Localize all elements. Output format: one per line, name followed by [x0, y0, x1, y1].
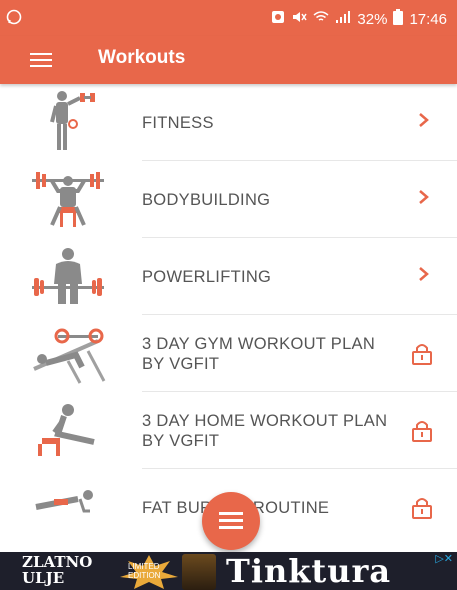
workout-label: BODYBUILDING: [142, 190, 271, 209]
incline-bench-icon: [28, 321, 108, 386]
menu-fab-button[interactable]: [202, 492, 260, 550]
ad-banner[interactable]: ZLATNO ULJE LIMITED EDITION Tinktura ▷✕: [0, 552, 457, 590]
workout-item-fitness[interactable]: FITNESS: [0, 84, 457, 161]
workout-item-bodybuilding[interactable]: BODYBUILDING: [0, 161, 457, 238]
chevron-right-icon: [417, 110, 431, 130]
page-title: Workouts: [98, 47, 186, 68]
wifi-icon: [313, 10, 329, 28]
bottle-image: [182, 554, 216, 590]
workout-label: FAT BURNER ROUTINE: [142, 498, 330, 517]
chevron-right-icon: [417, 187, 431, 207]
app-bar: Workouts: [0, 36, 457, 84]
menu-icon: [219, 512, 243, 515]
dips-icon: [28, 398, 108, 463]
workout-label: POWERLIFTING: [142, 267, 272, 286]
ad-edition: LIMITED EDITION: [128, 562, 161, 580]
mute-icon: [291, 10, 308, 28]
workout-item-powerlifting[interactable]: POWERLIFTING: [0, 238, 457, 315]
workout-list: FITNESS BODYBUILDING POWERLIFTING 3 DAY …: [0, 84, 457, 546]
ad-choices-icon[interactable]: ▷✕: [435, 552, 453, 565]
workout-label: FITNESS: [142, 113, 214, 132]
workout-label: 3 DAY GYM WORKOUT PLAN BY VGFIT: [142, 334, 376, 373]
status-bar: 32% 17:46: [0, 0, 457, 36]
plank-icon: [28, 475, 108, 540]
clock: 17:46: [409, 10, 447, 28]
whatsapp-icon: [6, 9, 22, 29]
bench-press-icon: [28, 167, 108, 232]
deadlift-icon: [28, 244, 108, 309]
hamburger-icon[interactable]: [30, 49, 52, 69]
sim-icon: [271, 10, 285, 28]
signal-icon: [335, 10, 351, 28]
lock-icon: [411, 418, 433, 442]
workout-item-gym-plan[interactable]: 3 DAY GYM WORKOUT PLAN BY VGFIT: [0, 315, 457, 392]
lock-icon: [411, 495, 433, 519]
chevron-right-icon: [417, 264, 431, 284]
workout-label: 3 DAY HOME WORKOUT PLAN BY VGFIT: [142, 411, 388, 450]
ad-brand: ZLATNO ULJE: [22, 553, 93, 587]
workout-item-home-plan[interactable]: 3 DAY HOME WORKOUT PLAN BY VGFIT: [0, 392, 457, 469]
lock-icon: [411, 341, 433, 365]
ad-headline: Tinktura: [226, 552, 392, 590]
battery-percent: 32%: [357, 10, 388, 28]
dumbbell-man-icon: [28, 90, 108, 155]
battery-icon: [393, 9, 404, 29]
